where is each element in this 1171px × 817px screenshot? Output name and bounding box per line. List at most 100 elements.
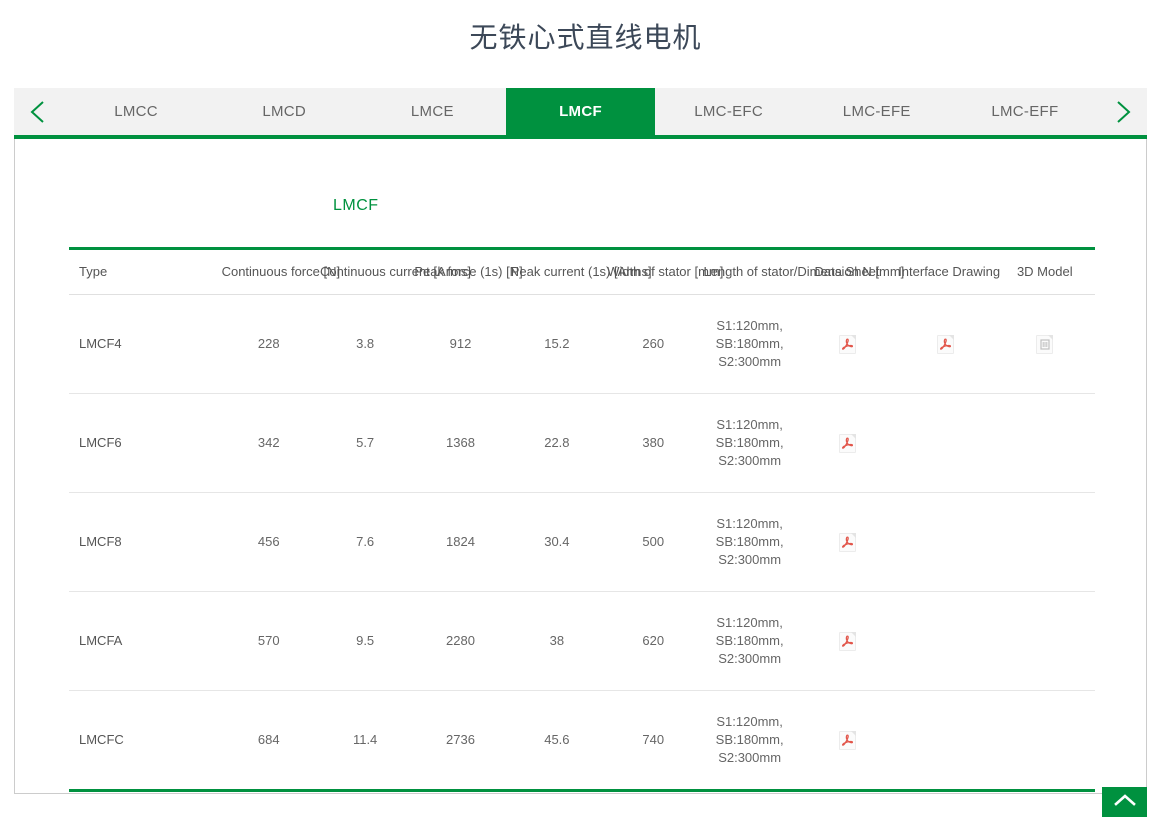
table-row: LMCF6 342 5.7 1368 22.8 380 S1:120mm, SB… bbox=[69, 394, 1095, 493]
tab-lmce[interactable]: LMCE bbox=[358, 88, 506, 135]
page-title: 无铁心式直线电机 bbox=[0, 16, 1171, 60]
cell-type: LMCF4 bbox=[69, 295, 220, 394]
cell-data-sheet bbox=[798, 394, 896, 493]
cell-3d-model bbox=[995, 592, 1095, 691]
cell-length-of-stator: S1:120mm, SB:180mm, S2:300mm bbox=[701, 493, 797, 592]
column-header-3d-model: 3D Model bbox=[995, 249, 1095, 295]
cell-type: LMCF8 bbox=[69, 493, 220, 592]
cell-peak-force: 912 bbox=[412, 295, 508, 394]
page-root: 无铁心式直线电机 LMCC LMCD LMCE LMCF LMC-EFC LMC… bbox=[0, 0, 1171, 817]
cell-interface-drawing bbox=[896, 394, 994, 493]
spec-table-wrapper: Type Continuous force [N] Continuous cur… bbox=[69, 247, 1095, 792]
spec-table: Type Continuous force [N] Continuous cur… bbox=[69, 247, 1095, 792]
pdf-glyph bbox=[839, 434, 856, 453]
pdf-icon[interactable] bbox=[839, 434, 856, 453]
cell-length-of-stator: S1:120mm, SB:180mm, S2:300mm bbox=[701, 691, 797, 791]
cell-peak-force: 1368 bbox=[412, 394, 508, 493]
cell-continuous-current: 7.6 bbox=[318, 493, 412, 592]
tab-label: LMC-EFC bbox=[694, 103, 763, 120]
cell-peak-current: 15.2 bbox=[509, 295, 605, 394]
column-header-continuous-force: Continuous force [N] bbox=[220, 249, 318, 295]
cell-continuous-current: 9.5 bbox=[318, 592, 412, 691]
cell-peak-current: 38 bbox=[509, 592, 605, 691]
pdf-glyph bbox=[839, 335, 856, 354]
cell-width-of-stator: 500 bbox=[605, 493, 701, 592]
cell-peak-force: 2736 bbox=[412, 691, 508, 791]
cell-continuous-force: 456 bbox=[220, 493, 318, 592]
tab-label: LMCD bbox=[262, 103, 306, 120]
column-header-peak-current: Peak current (1s) [Arms] bbox=[509, 249, 605, 295]
column-header-width-of-stator: Width of stator [mm] bbox=[605, 249, 701, 295]
cell-continuous-force: 342 bbox=[220, 394, 318, 493]
cell-data-sheet bbox=[798, 691, 896, 791]
cell-peak-force: 2280 bbox=[412, 592, 508, 691]
cell-data-sheet bbox=[798, 295, 896, 394]
tab-content-panel: LMCF Type Continuous force [N] Continuou… bbox=[14, 139, 1147, 794]
cell-continuous-force: 684 bbox=[220, 691, 318, 791]
spec-table-body: LMCF4 228 3.8 912 15.2 260 S1:120mm, SB:… bbox=[69, 295, 1095, 791]
cell-width-of-stator: 380 bbox=[605, 394, 701, 493]
column-header-peak-force: Peak force (1s) [N] bbox=[412, 249, 508, 295]
table-row: LMCFA 570 9.5 2280 38 620 S1:120mm, SB:1… bbox=[69, 592, 1095, 691]
cell-length-of-stator: S1:120mm, SB:180mm, S2:300mm bbox=[701, 295, 797, 394]
chevron-up-icon bbox=[1113, 793, 1137, 812]
pdf-icon[interactable] bbox=[839, 335, 856, 354]
chevron-left-icon bbox=[28, 99, 48, 125]
cell-3d-model bbox=[995, 295, 1095, 394]
table-row: LMCF4 228 3.8 912 15.2 260 S1:120mm, SB:… bbox=[69, 295, 1095, 394]
column-header-type: Type bbox=[69, 249, 220, 295]
cell-continuous-current: 3.8 bbox=[318, 295, 412, 394]
cell-length-of-stator: S1:120mm, SB:180mm, S2:300mm bbox=[701, 394, 797, 493]
table-header-row: Type Continuous force [N] Continuous cur… bbox=[69, 249, 1095, 295]
cell-peak-current: 45.6 bbox=[509, 691, 605, 791]
cell-interface-drawing bbox=[896, 295, 994, 394]
tab-lmcc[interactable]: LMCC bbox=[62, 88, 210, 135]
tab-prev-arrow-button[interactable] bbox=[14, 88, 62, 135]
table-row: LMCFC 684 11.4 2736 45.6 740 S1:120mm, S… bbox=[69, 691, 1095, 791]
tab-lmc-eff[interactable]: LMC-EFF bbox=[951, 88, 1099, 135]
column-header-continuous-current: Continuous current [Arms] bbox=[318, 249, 412, 295]
scroll-to-top-button[interactable] bbox=[1102, 787, 1147, 817]
cell-peak-force: 1824 bbox=[412, 493, 508, 592]
cell-interface-drawing bbox=[896, 592, 994, 691]
tab-label: LMCF bbox=[559, 103, 602, 120]
cell-3d-model bbox=[995, 691, 1095, 791]
pdf-glyph bbox=[937, 335, 954, 354]
tab-label: LMC-EFE bbox=[843, 103, 911, 120]
pdf-icon[interactable] bbox=[839, 731, 856, 750]
3d-model-icon[interactable] bbox=[1036, 335, 1053, 354]
cell-continuous-force: 228 bbox=[220, 295, 318, 394]
cell-type: LMCF6 bbox=[69, 394, 220, 493]
column-header-length-of-stator: Length of stator/Dimension N [mm] bbox=[701, 249, 797, 295]
cell-type: LMCFA bbox=[69, 592, 220, 691]
tab-next-arrow-button[interactable] bbox=[1099, 88, 1147, 135]
pdf-glyph bbox=[839, 731, 856, 750]
pdf-glyph bbox=[839, 533, 856, 552]
product-series-tabbar: LMCC LMCD LMCE LMCF LMC-EFC LMC-EFE LMC-… bbox=[14, 88, 1147, 139]
tab-label: LMCC bbox=[114, 103, 158, 120]
pdf-glyph bbox=[839, 632, 856, 651]
cell-continuous-force: 570 bbox=[220, 592, 318, 691]
pdf-icon[interactable] bbox=[839, 533, 856, 552]
cell-width-of-stator: 740 bbox=[605, 691, 701, 791]
cube-glyph bbox=[1036, 335, 1053, 354]
pdf-icon[interactable] bbox=[937, 335, 954, 354]
cell-data-sheet bbox=[798, 493, 896, 592]
cell-type: LMCFC bbox=[69, 691, 220, 791]
tab-label: LMC-EFF bbox=[991, 103, 1058, 120]
cell-width-of-stator: 620 bbox=[605, 592, 701, 691]
cell-interface-drawing bbox=[896, 493, 994, 592]
cell-continuous-current: 11.4 bbox=[318, 691, 412, 791]
pdf-icon[interactable] bbox=[839, 632, 856, 651]
cell-3d-model bbox=[995, 493, 1095, 592]
cell-interface-drawing bbox=[896, 691, 994, 791]
cell-peak-current: 30.4 bbox=[509, 493, 605, 592]
cell-length-of-stator: S1:120mm, SB:180mm, S2:300mm bbox=[701, 592, 797, 691]
tab-lmc-efc[interactable]: LMC-EFC bbox=[655, 88, 803, 135]
tab-lmc-efe[interactable]: LMC-EFE bbox=[803, 88, 951, 135]
cell-width-of-stator: 260 bbox=[605, 295, 701, 394]
column-header-interface-drawing: Interface Drawing bbox=[896, 249, 994, 295]
cell-3d-model bbox=[995, 394, 1095, 493]
tab-lmcd[interactable]: LMCD bbox=[210, 88, 358, 135]
tab-lmcf[interactable]: LMCF bbox=[506, 88, 654, 135]
